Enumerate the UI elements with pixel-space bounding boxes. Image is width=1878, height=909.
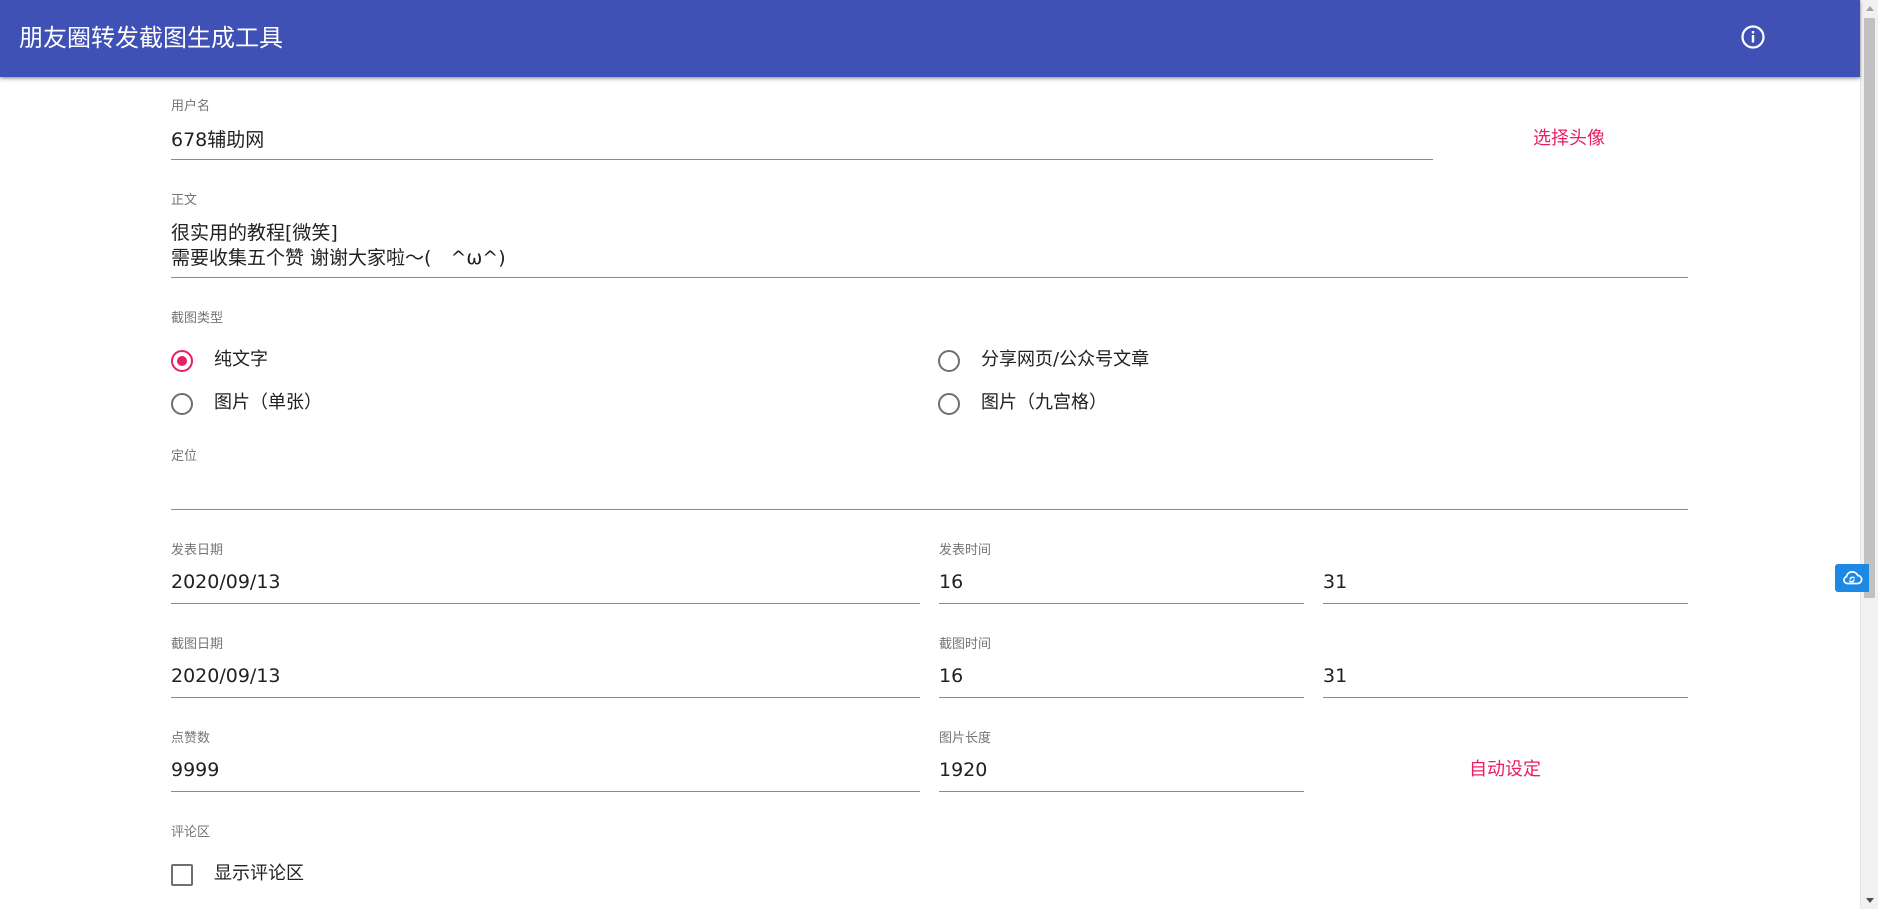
page: 朋友圈转发截图生成工具 用户名 678辅助网 选择头像 正文 很实用的教程[微笑…: [0, 0, 1878, 909]
radio-nine-grid-label: 图片（九宫格）: [981, 392, 1107, 413]
publish-date-value: 2020/09/13: [171, 571, 281, 593]
radio-text-only-label: 纯文字: [214, 349, 268, 370]
likes-value: 9999: [171, 759, 220, 781]
screenshot-hour-input[interactable]: 16: [939, 662, 1304, 698]
show-comments-label: 显示评论区: [214, 863, 304, 884]
screenshot-minute-value: 31: [1323, 665, 1348, 687]
location-label: 定位: [171, 449, 198, 464]
cloud-sync-icon: [1843, 571, 1863, 585]
publish-minute-value: 31: [1323, 571, 1348, 593]
choose-avatar-button[interactable]: 选择头像: [1533, 127, 1605, 151]
scrollbar-thumb[interactable]: [1864, 18, 1875, 598]
screenshot-date-input[interactable]: 2020/09/13: [171, 662, 920, 698]
info-circle-icon: [1741, 25, 1765, 49]
radio-circle: [938, 350, 960, 372]
radio-single-image-label: 图片（单张）: [214, 392, 322, 413]
screenshot-hour-value: 16: [939, 665, 964, 687]
screenshot-date-label: 截图日期: [171, 637, 224, 652]
screenshot-time-label: 截图时间: [939, 637, 992, 652]
cloud-sync-button[interactable]: [1835, 564, 1869, 592]
image-length-input[interactable]: 1920: [939, 756, 1304, 792]
checkbox-box: [171, 864, 193, 886]
radio-dot: [177, 356, 187, 366]
radio-circle: [938, 393, 960, 415]
image-length-label: 图片长度: [939, 731, 992, 746]
radio-circle: [171, 393, 193, 415]
radio-share-webpage-label: 分享网页/公众号文章: [981, 349, 1150, 370]
likes-input[interactable]: 9999: [171, 756, 920, 792]
body-textarea[interactable]: 很实用的教程[微笑] 需要收集五个赞 谢谢大家啦～( ^ω^): [171, 218, 1688, 278]
username-input[interactable]: 678辅助网: [171, 124, 1433, 160]
publish-date-label: 发表日期: [171, 543, 224, 558]
username-label: 用户名: [171, 99, 211, 114]
body-value: 很实用的教程[微笑] 需要收集五个赞 谢谢大家啦～( ^ω^): [171, 222, 506, 269]
location-input[interactable]: [171, 474, 1688, 510]
screenshot-minute-input[interactable]: 31: [1323, 662, 1688, 698]
publish-time-label: 发表时间: [939, 543, 992, 558]
publish-hour-input[interactable]: 16: [939, 568, 1304, 604]
vertical-scrollbar[interactable]: [1860, 0, 1878, 909]
radio-circle: [171, 350, 193, 372]
scroll-down-arrow-icon[interactable]: [1866, 898, 1874, 903]
app-bar: 朋友圈转发截图生成工具: [0, 0, 1860, 77]
publish-minute-input[interactable]: 31: [1323, 568, 1688, 604]
info-button[interactable]: [1740, 24, 1766, 50]
username-value: 678辅助网: [171, 129, 265, 151]
comments-label: 评论区: [171, 825, 211, 840]
scroll-up-arrow-icon[interactable]: [1866, 6, 1874, 11]
screenshot-type-label: 截图类型: [171, 311, 224, 326]
app-title: 朋友圈转发截图生成工具: [19, 24, 283, 52]
image-length-value: 1920: [939, 759, 988, 781]
publish-hour-value: 16: [939, 571, 964, 593]
publish-date-input[interactable]: 2020/09/13: [171, 568, 920, 604]
screenshot-date-value: 2020/09/13: [171, 665, 281, 687]
likes-label: 点赞数: [171, 731, 211, 746]
auto-set-button[interactable]: 自动设定: [1469, 758, 1541, 782]
body-label: 正文: [171, 193, 198, 208]
